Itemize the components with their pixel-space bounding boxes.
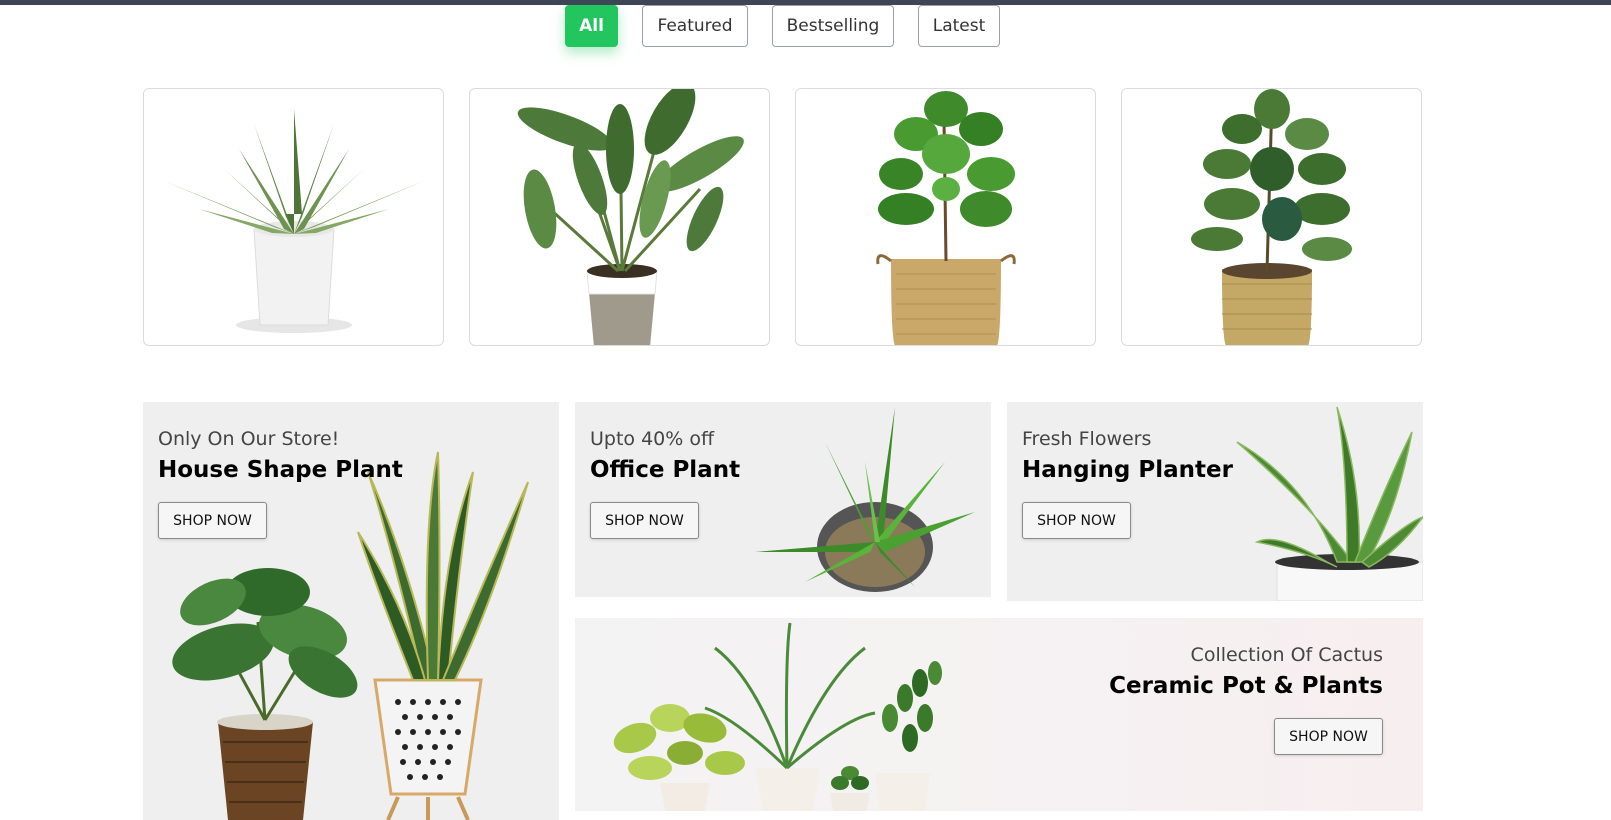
product-card[interactable]	[469, 88, 770, 346]
shop-now-button[interactable]: SHOP NOW	[1022, 502, 1131, 539]
banner-house-shape-plant: Only On Our Store! House Shape Plant SHO…	[143, 402, 559, 820]
banner-ceramic-pot-plants: Collection Of Cactus Ceramic Pot & Plant…	[575, 618, 1423, 811]
banner-title: Hanging Planter	[1022, 457, 1233, 483]
banner-subtitle: Collection Of Cactus	[1190, 644, 1383, 666]
banner-hanging-planter: Fresh Flowers Hanging Planter SHOP NOW	[1007, 402, 1423, 601]
filter-tabs: All Featured Bestselling Latest	[0, 4, 1611, 48]
shop-now-button[interactable]: SHOP NOW	[158, 502, 267, 539]
bird-of-paradise-image	[517, 89, 744, 345]
banner-title: Office Plant	[590, 457, 741, 483]
tab-featured[interactable]: Featured	[642, 5, 748, 47]
agave-plant-image	[164, 109, 424, 333]
product-card[interactable]	[1121, 88, 1422, 346]
banner-title: Ceramic Pot & Plants	[1109, 673, 1383, 699]
shop-now-button[interactable]: SHOP NOW	[1274, 718, 1383, 755]
product-card[interactable]	[143, 88, 444, 346]
fiddle-leaf-fig-basket-image	[1191, 89, 1352, 345]
fiddle-leaf-fig-image	[876, 91, 1016, 345]
tab-latest[interactable]: Latest	[918, 5, 1000, 47]
banner-subtitle: Upto 40% off	[590, 428, 715, 450]
product-card[interactable]	[795, 88, 1096, 346]
tab-bestselling[interactable]: Bestselling	[772, 5, 894, 47]
banner-subtitle: Fresh Flowers	[1022, 428, 1152, 450]
tab-all[interactable]: All	[565, 5, 618, 47]
shop-now-button[interactable]: SHOP NOW	[590, 502, 699, 539]
banner-subtitle: Only On Our Store!	[158, 428, 340, 450]
banner-office-plant: Upto 40% off Office Plant SHOP NOW	[575, 402, 991, 597]
banner-title: House Shape Plant	[158, 457, 403, 483]
